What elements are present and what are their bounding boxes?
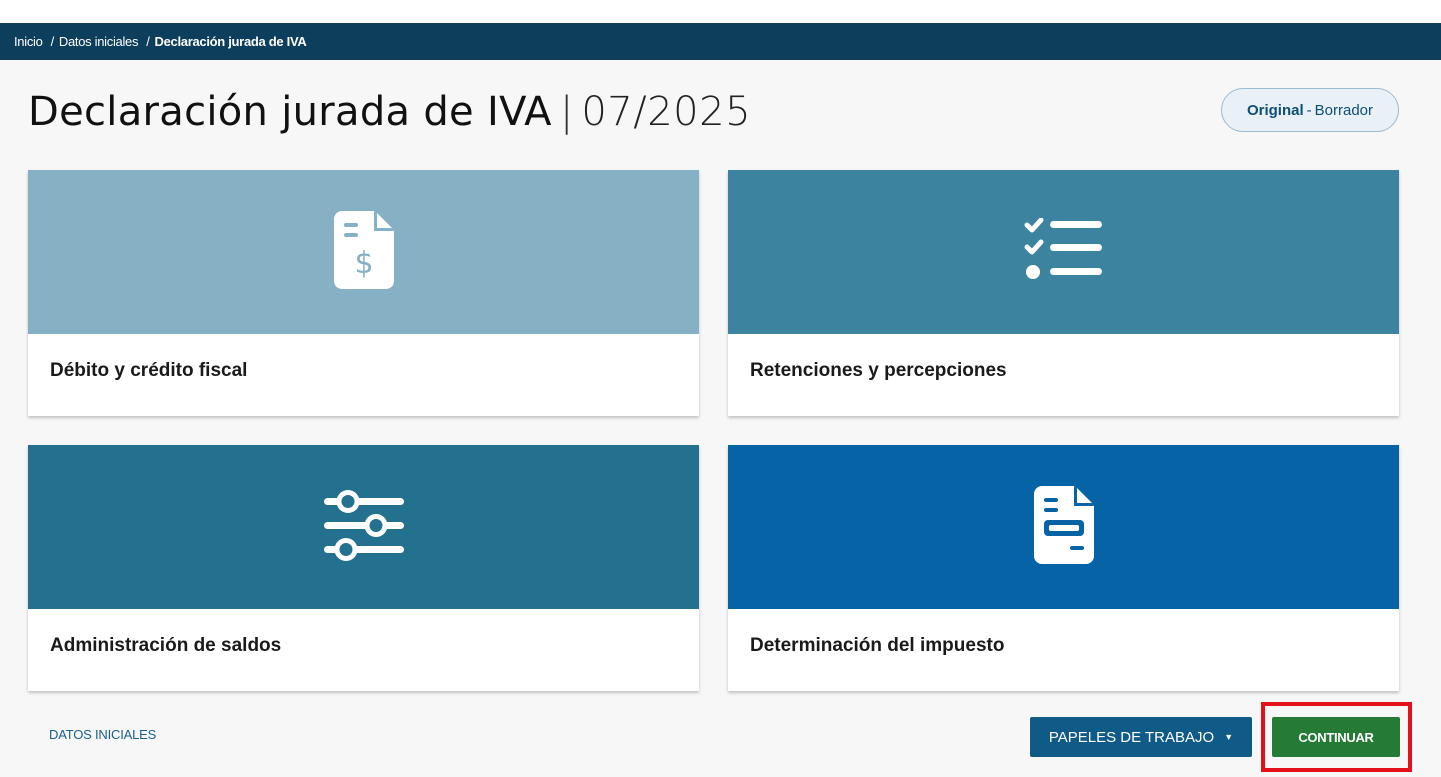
card-debito-credito-fiscal[interactable]: $ Débito y crédito fiscal: [28, 170, 699, 416]
breadcrumb-separator: /: [50, 34, 55, 49]
card-retenciones-percepciones[interactable]: Retenciones y percepciones: [728, 170, 1399, 416]
breadcrumb: Inicio / Datos iniciales / Declaración j…: [0, 23, 1441, 60]
continuar-button[interactable]: CONTINUAR: [1272, 717, 1400, 757]
breadcrumb-item-current: Declaración jurada de IVA: [154, 34, 307, 49]
card-banner: [728, 170, 1399, 334]
document-form-icon: [1033, 485, 1094, 569]
breadcrumb-item-inicio[interactable]: Inicio: [14, 34, 43, 49]
checklist-icon: [1024, 217, 1104, 287]
datos-iniciales-link[interactable]: DATOS INICIALES: [49, 727, 156, 742]
card-banner: $: [28, 170, 699, 334]
card-title: Débito y crédito fiscal: [50, 360, 248, 381]
status-type: Original: [1246, 101, 1304, 119]
caret-down-icon: ▼: [1224, 732, 1234, 742]
card-title: Administración de saldos: [50, 635, 282, 656]
card-administracion-saldos[interactable]: Administración de saldos: [28, 445, 699, 691]
status-badge: Original - Borrador: [1221, 88, 1399, 132]
breadcrumb-separator: /: [146, 34, 150, 49]
breadcrumb-item-datos-iniciales[interactable]: Datos iniciales: [59, 34, 139, 49]
papeles-de-trabajo-button[interactable]: PAPELES DE TRABAJO ▼: [1030, 717, 1252, 757]
page-title: Declaración jurada de IVA | 07/2025: [28, 88, 751, 136]
sliders-icon: [323, 489, 404, 566]
card-banner: [28, 445, 699, 609]
svg-text:$: $: [354, 246, 373, 281]
card-title: Retenciones y percepciones: [750, 360, 1007, 381]
card-banner: [728, 445, 1399, 609]
page-title-text: Declaración jurada de IVA: [28, 89, 552, 135]
period-label: 07/2025: [581, 89, 752, 135]
card-title: Determinación del impuesto: [750, 635, 1005, 656]
card-determinacion-impuesto[interactable]: Determinación del impuesto: [728, 445, 1399, 691]
status-dash: -: [1306, 101, 1312, 119]
papeles-de-trabajo-label: PAPELES DE TRABAJO: [1048, 728, 1215, 746]
top-strip: [0, 0, 1441, 23]
status-state: Borrador: [1314, 101, 1374, 119]
invoice-dollar-icon: $: [333, 210, 394, 294]
title-divider: |: [559, 89, 574, 135]
